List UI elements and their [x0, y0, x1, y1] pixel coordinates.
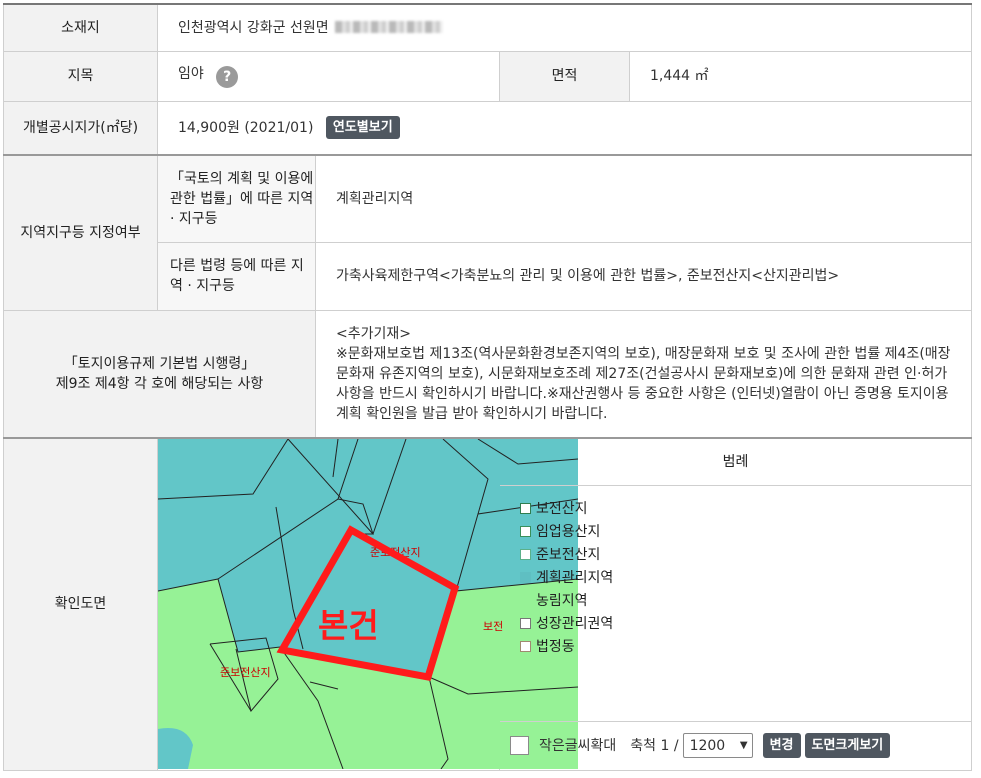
legend-item: 농림지역 — [520, 590, 971, 613]
big-map-button[interactable]: 도면크게보기 — [804, 733, 891, 758]
regulation-note-cell: <추가기재> ※문화재보호법 제13조(역사문화환경보존지역의 보호), 매장문… — [314, 309, 973, 439]
legend-panel: 범례 보전산지임업용산지준보전산지계획관리지역농림지역성장관리권역법정동 작은글… — [500, 439, 972, 769]
scale-select[interactable]: 1200 ▼ — [682, 733, 753, 758]
legend-item-label: 계획관리지역 — [536, 570, 614, 586]
zoning-sub1-label: 「국토의 계획 및 이용에 관한 법률」에 따른 지역 · 지구등 — [157, 154, 316, 243]
legend-item-label: 준보전산지 — [536, 547, 601, 563]
row-zoning-1: 지역지구등 지정여부 「국토의 계획 및 이용에 관한 법률」에 따른 지역 ·… — [3, 154, 973, 311]
land-category-cell: 임야 ? — [157, 50, 500, 102]
legend-item: 계획관리지역 — [520, 567, 971, 590]
legend-item: 보전산지 — [520, 498, 971, 521]
zoning-label: 지역지구등 지정여부 — [3, 154, 158, 311]
legend-swatch-icon — [520, 526, 531, 537]
legend-item: 준보전산지 — [520, 544, 971, 567]
legend-item: 임업용산지 — [520, 521, 971, 544]
land-category-label: 지목 — [3, 50, 158, 102]
legend-swatch-icon — [520, 572, 531, 583]
area-label: 면적 — [499, 50, 630, 102]
legend-swatch-icon — [520, 641, 531, 652]
zoning-sub2-label: 다른 법령 등에 따른 지역 · 지구등 — [157, 241, 316, 311]
legend-item-label: 임업용산지 — [536, 524, 601, 540]
help-icon[interactable]: ? — [216, 66, 239, 88]
legend-swatch-icon — [520, 503, 531, 514]
enlarge-text-checkbox[interactable] — [510, 736, 529, 755]
legend-item: 성장관리권역 — [520, 613, 971, 636]
row-map: 확인도면 준보전산지 준보전산지 보전 본건 범례 보전산지 임업용산지 준보전… — [3, 437, 973, 771]
legend-item-label: 법정동 — [536, 639, 575, 655]
map-cell: 준보전산지 준보전산지 보전 본건 — [157, 437, 578, 771]
map-toolbar: 작은글씨확대 축척 1 / 1200 ▼ 변경 도면크게보기 — [500, 721, 972, 769]
change-scale-button[interactable]: 변경 — [762, 733, 801, 758]
land-category-value: 임야 — [178, 66, 204, 82]
legend-swatch-icon — [520, 549, 531, 560]
location-value-cell: 인천광역시 강화군 선원면 — [156, 3, 973, 52]
location-value: 인천광역시 강화군 선원면 — [178, 19, 329, 36]
legend-item-label: 농림지역 — [536, 593, 588, 609]
legend-title: 범례 — [500, 439, 972, 486]
chevron-down-icon: ▼ — [739, 739, 748, 751]
land-info-table: 소재지 인천광역시 강화군 선원면 지목 임야 ? 면적 1,444 ㎡ 개별공… — [3, 3, 973, 771]
yearly-view-button[interactable]: 연도별보기 — [325, 116, 400, 140]
scale-value: 1200 — [689, 737, 726, 754]
regulation-note-body: ※문화재보호법 제13조(역사문화환경보존지역의 보호), 매장문화재 보호 및… — [336, 345, 951, 422]
row-regulation: 「토지이용규제 기본법 시행령」 제9조 제4항 각 호에 해당되는 사항 <추… — [3, 309, 973, 439]
legend-swatch-icon — [520, 595, 531, 606]
regulation-label-line2: 제9조 제4항 각 호에 해당되는 사항 — [55, 375, 264, 392]
row-land-category: 지목 임야 ? 면적 1,444 ㎡ — [3, 50, 973, 102]
legend-cell: 범례 보전산지임업용산지준보전산지계획관리지역농림지역성장관리권역법정동 작은글… — [498, 437, 973, 771]
land-use-plan-panel: 소재지 인천광역시 강화군 선원면 지목 임야 ? 면적 1,444 ㎡ 개별공… — [3, 3, 973, 771]
regulation-label-line1: 「토지이용규제 기본법 시행령」 — [63, 355, 256, 372]
row-location: 소재지 인천광역시 강화군 선원면 — [3, 3, 973, 52]
enlarge-text-label: 작은글씨확대 — [539, 737, 617, 754]
legend-list: 보전산지임업용산지준보전산지계획관리지역농림지역성장관리권역법정동 — [500, 486, 971, 659]
area-value: 1,444 ㎡ — [628, 50, 973, 102]
official-price-value: 14,900원 (2021/01) — [178, 120, 314, 137]
official-price-label: 개별공시지가(㎡당) — [3, 100, 158, 156]
map-label: 확인도면 — [3, 437, 158, 771]
zoning-sub2-value: 가축사육제한구역<가축분뇨의 관리 및 이용에 관한 법률>, 준보전산지<산지… — [314, 241, 973, 311]
legend-item: 법정동 — [520, 636, 971, 659]
map-text-2: 준보전산지 — [220, 666, 271, 679]
subject-parcel-label: 본건 — [318, 606, 379, 645]
row-official-price: 개별공시지가(㎡당) 14,900원 (2021/01) 연도별보기 — [3, 100, 973, 156]
location-label: 소재지 — [3, 3, 158, 52]
official-price-cell: 14,900원 (2021/01) 연도별보기 — [156, 100, 973, 156]
zoning-sub1-value: 계획관리지역 — [314, 154, 973, 243]
legend-item-label: 보전산지 — [536, 501, 588, 517]
scale-label: 축척 1 / — [630, 737, 679, 754]
legend-item-label: 성장관리권역 — [536, 616, 614, 632]
legend-swatch-icon — [520, 618, 531, 629]
redacted-address — [335, 20, 444, 33]
regulation-note-title: <추가기재> — [336, 325, 411, 342]
regulation-label-cell: 「토지이용규제 기본법 시행령」 제9조 제4항 각 호에 해당되는 사항 — [3, 309, 316, 439]
